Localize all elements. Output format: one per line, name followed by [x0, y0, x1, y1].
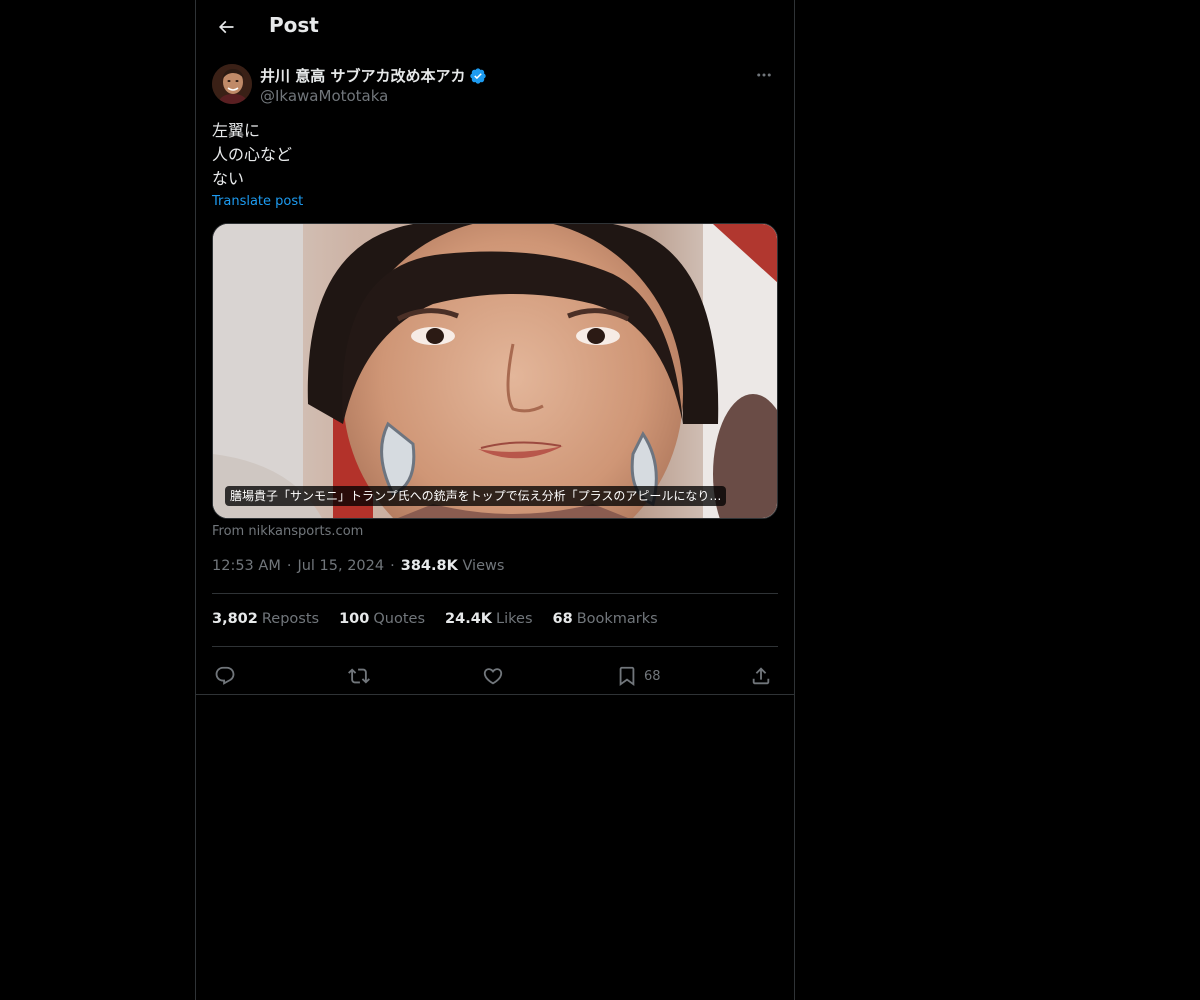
author-handle[interactable]: @IkawaMototaka [260, 87, 388, 105]
back-button[interactable] [208, 9, 244, 45]
engagement-stats: 3,802 Reposts 100 Quotes 24.4K Likes 68 Book… [212, 611, 678, 627]
reposts-count: 3,802 [212, 611, 258, 627]
likes-count: 24.4K [445, 611, 493, 627]
quotes-label: Quotes [373, 611, 426, 627]
name-row: 井川 意高 サブアカ改め本アカ [260, 65, 487, 86]
bookmark-button[interactable]: 68 [616, 658, 661, 694]
page-header: Post [196, 0, 794, 54]
heart-icon [483, 668, 503, 685]
more-options-button[interactable] [750, 64, 778, 86]
share-icon [752, 667, 770, 685]
author-display-name[interactable]: 井川 意高 サブアカ改め本アカ [260, 65, 465, 86]
post-meta: 12:53 AM · Jul 15, 2024 · 384.8K Views [212, 558, 504, 574]
translate-post-link[interactable]: Translate post [212, 194, 303, 209]
page-title: Post [269, 13, 319, 37]
bookmark-icon [619, 666, 635, 687]
divider [212, 593, 778, 594]
reply-button[interactable] [214, 658, 236, 694]
bookmarks-count: 68 [552, 611, 573, 627]
post-text-line: 左翼に [212, 121, 261, 140]
card-source[interactable]: From nikkansports.com [212, 524, 363, 539]
share-button[interactable] [750, 658, 772, 694]
post-text-line: 人の心など [212, 145, 293, 164]
avatar-image [212, 64, 252, 104]
repost-icon [348, 668, 370, 684]
post-text-line: ない [212, 169, 245, 188]
main-column: Post 井川 意高 サブアカ改め本アカ @IkawaMototaka 左翼に … [195, 0, 795, 1000]
like-button[interactable] [482, 658, 504, 694]
post-time[interactable]: 12:53 AM [212, 558, 281, 574]
action-bar: 68 [212, 658, 778, 698]
card-image [213, 224, 777, 518]
separator-dot: · [286, 558, 292, 574]
verified-badge-icon[interactable] [469, 67, 487, 85]
reply-icon [215, 666, 235, 685]
bookmarks-label: Bookmarks [576, 611, 658, 627]
post-date[interactable]: Jul 15, 2024 [297, 558, 384, 574]
quotes-count: 100 [339, 611, 370, 627]
divider [196, 694, 794, 695]
avatar[interactable] [212, 64, 252, 104]
reposts-stat[interactable]: 3,802 Reposts [212, 611, 319, 627]
card-caption: 膳場貴子「サンモニ」トランプ氏への銃声をトップで伝え分析「プラスのアピールになり… [225, 486, 727, 506]
quotes-stat[interactable]: 100 Quotes [339, 611, 425, 627]
likes-stat[interactable]: 24.4K Likes [445, 611, 532, 627]
divider [212, 646, 778, 647]
likes-label: Likes [496, 611, 533, 627]
post-text: 左翼に 人の心など ない [212, 119, 292, 191]
views-count: 384.8K [400, 558, 458, 574]
repost-button[interactable] [348, 658, 370, 694]
reposts-label: Reposts [261, 611, 320, 627]
separator-dot: · [390, 558, 395, 574]
link-card[interactable]: 膳場貴子「サンモニ」トランプ氏への銃声をトップで伝え分析「プラスのアピールになり… [212, 223, 778, 519]
arrow-left-icon [218, 20, 234, 34]
bookmark-action-count: 68 [644, 668, 661, 684]
more-dots-icon [757, 73, 771, 77]
views-label: Views [462, 558, 505, 574]
bookmarks-stat[interactable]: 68 Bookmarks [553, 611, 658, 627]
